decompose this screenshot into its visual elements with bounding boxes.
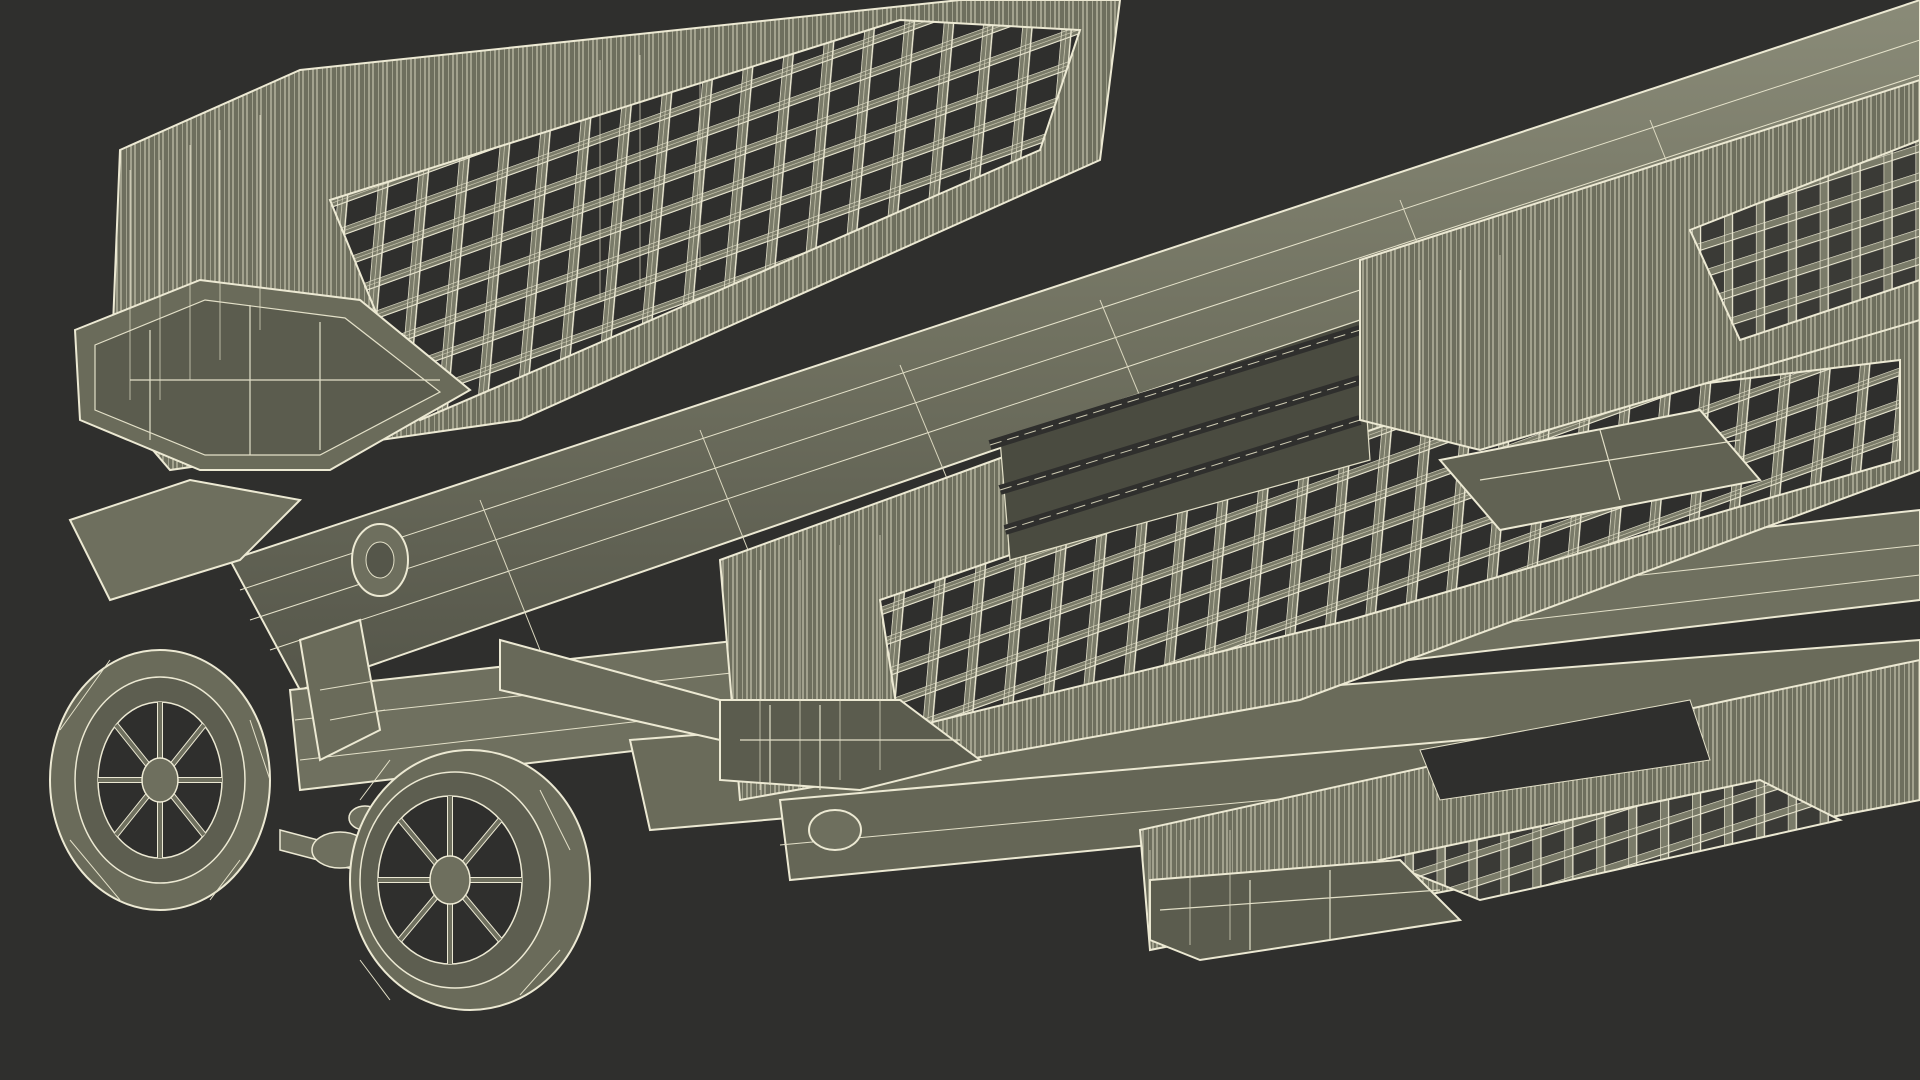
wheel-left [49, 649, 271, 911]
wireframe-scene [0, 0, 1920, 1080]
wheel-right [349, 749, 591, 1011]
3d-viewport[interactable] [0, 0, 1920, 1080]
